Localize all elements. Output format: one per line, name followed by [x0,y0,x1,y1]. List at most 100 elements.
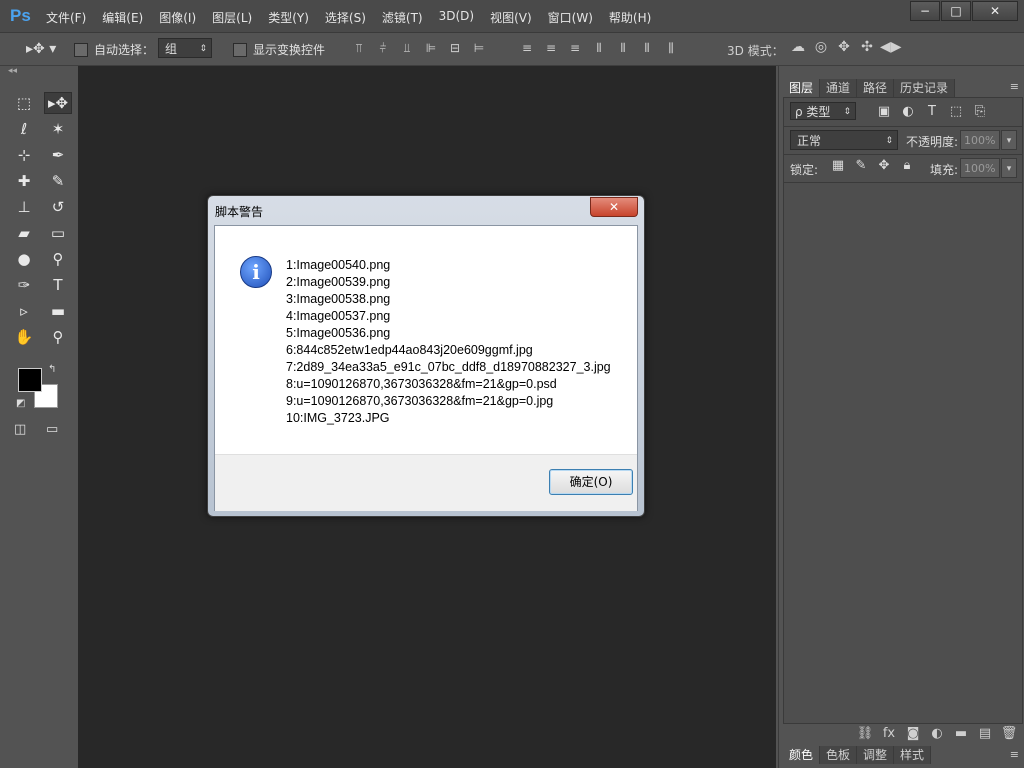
align-hcenter-icon[interactable]: ⊟ [446,41,464,57]
type-filter-icon[interactable]: T [922,104,942,119]
lock-position-icon[interactable]: ✥ [874,158,894,173]
tab-color[interactable]: 颜色 [783,746,821,764]
gradient-tool-icon[interactable]: ▭ [44,222,72,244]
distribute-bottom-icon[interactable]: ≡ [566,41,584,57]
show-transform-checkbox[interactable]: 显示变换控件 [233,41,325,58]
foreground-color-swatch[interactable] [18,368,42,392]
magic-wand-tool-icon[interactable]: ✶ [44,118,72,140]
tab-styles[interactable]: 样式 [894,746,932,764]
menu-select[interactable]: 选择(S) [325,9,366,26]
adjustment-layer-icon[interactable]: ◐ [925,726,949,741]
auto-select-checkbox[interactable]: 自动选择： [74,41,154,58]
layer-kind-filter[interactable]: ρ 类型 ⇕ [790,102,856,120]
zoom-tool-icon[interactable]: ⚲ [44,326,72,348]
menu-edit[interactable]: 编辑(E) [102,9,143,26]
delete-layer-icon[interactable]: 🗑︎ [997,726,1021,741]
panel-menu-icon[interactable]: ≡ [1010,80,1019,93]
clone-stamp-tool-icon[interactable]: ⊥ [10,196,38,218]
pen-tool-icon[interactable]: ✑ [10,274,38,296]
marquee-tool-icon[interactable]: ⬚ [10,92,38,114]
menu-file[interactable]: 文件(F) [46,9,86,26]
layer-style-icon[interactable]: fx [877,726,901,741]
opacity-input[interactable]: 100% [960,130,1000,150]
distribute-top-icon[interactable]: ≡ [518,41,536,57]
move-tool-icon[interactable]: ▸✥ [44,92,72,114]
tab-swatches[interactable]: 色板 [820,746,858,764]
link-layers-icon[interactable]: ⛓ [853,726,877,741]
move-tool-preset-icon[interactable]: ▸✥ ▾ [26,41,56,57]
hand-tool-icon[interactable]: ✋ [10,326,38,348]
pan-3d-icon[interactable]: ✥ [834,39,854,57]
maximize-button[interactable]: □ [941,1,971,21]
toolbox: ◂◂ ⬚ ▸✥ ℓ ✶ ⊹ ✒ ✚ ✎ ⊥ ↺ ▰ ▭ ● ⚲ ✑ T ▹ ▬ … [0,66,78,768]
history-brush-tool-icon[interactable]: ↺ [44,196,72,218]
align-top-icon[interactable]: ⫪ [350,41,368,57]
new-layer-icon[interactable]: ▤ [973,726,997,741]
roll-3d-icon[interactable]: ◎ [811,39,831,57]
swap-colors-icon[interactable]: ↰ [48,364,56,375]
tab-history[interactable]: 历史记录 [894,79,956,97]
align-bottom-icon[interactable]: ⫫ [398,41,416,57]
dialog-close-button[interactable]: ✕ [590,197,638,217]
default-colors-icon[interactable]: ◩ [16,398,25,409]
lock-all-icon[interactable]: 🔒︎ [897,158,917,173]
align-left-icon[interactable]: ⊫ [422,41,440,57]
new-group-icon[interactable]: ▬ [949,726,973,741]
distribute-hcenter-icon[interactable]: ⫴ [614,41,632,57]
fill-dropdown-icon[interactable]: ▾ [1001,158,1017,178]
type-tool-icon[interactable]: T [44,274,72,296]
lock-pixels-icon[interactable]: ✎ [851,158,871,173]
crop-tool-icon[interactable]: ⊹ [10,144,38,166]
collapse-arrows-icon[interactable]: ◂◂ [0,66,78,78]
smart-object-filter-icon[interactable]: ⎘ [970,104,990,119]
menu-filter[interactable]: 滤镜(T) [382,9,423,26]
menu-bar: Ps 文件(F) 编辑(E) 图像(I) 图层(L) 类型(Y) 选择(S) 滤… [0,0,1024,33]
quick-mask-icon[interactable]: ◫ [14,422,26,437]
scale-3d-icon[interactable]: ◀▶ [880,39,902,57]
healing-brush-tool-icon[interactable]: ✚ [10,170,38,192]
tab-layers[interactable]: 图层 [783,79,821,97]
menu-3d[interactable]: 3D(D) [439,9,474,26]
auto-align-icon[interactable]: ⫼ [662,41,680,57]
panel-menu-icon[interactable]: ≡ [1010,748,1019,761]
tab-paths[interactable]: 路径 [857,79,895,97]
auto-select-dropdown[interactable]: 组 ⇕ [158,38,212,58]
path-selection-tool-icon[interactable]: ▹ [10,300,38,322]
opacity-dropdown-icon[interactable]: ▾ [1001,130,1017,150]
shape-filter-icon[interactable]: ⬚ [946,104,966,119]
tab-channels[interactable]: 通道 [820,79,858,97]
lasso-tool-icon[interactable]: ℓ [10,118,38,140]
eraser-tool-icon[interactable]: ▰ [10,222,38,244]
rectangle-tool-icon[interactable]: ▬ [44,300,72,322]
menu-image[interactable]: 图像(I) [159,9,196,26]
checkbox-box[interactable] [233,42,247,57]
layer-mask-icon[interactable]: ◙ [901,726,925,741]
distribute-left-icon[interactable]: ⫴ [590,41,608,57]
close-button[interactable]: ✕ [972,1,1018,21]
menu-window[interactable]: 窗口(W) [548,9,593,26]
blur-tool-icon[interactable]: ● [10,248,38,270]
dodge-tool-icon[interactable]: ⚲ [44,248,72,270]
menu-view[interactable]: 视图(V) [490,9,532,26]
minimize-button[interactable]: − [910,1,940,21]
align-vcenter-icon[interactable]: ⫩ [374,41,392,57]
lock-transparent-icon[interactable]: ▦ [828,158,848,173]
menu-help[interactable]: 帮助(H) [609,9,651,26]
screen-mode-icon[interactable]: ▭ [46,422,58,437]
tab-adjustments[interactable]: 调整 [857,746,895,764]
menu-layer[interactable]: 图层(L) [212,9,252,26]
adjustment-filter-icon[interactable]: ◐ [898,104,918,119]
distribute-vcenter-icon[interactable]: ≡ [542,41,560,57]
fill-input[interactable]: 100% [960,158,1000,178]
distribute-right-icon[interactable]: ⫴ [638,41,656,57]
ok-button[interactable]: 确定(O) [549,469,633,495]
align-right-icon[interactable]: ⊨ [470,41,488,57]
slide-3d-icon[interactable]: ✣ [857,39,877,57]
eyedropper-tool-icon[interactable]: ✒ [44,144,72,166]
pixel-filter-icon[interactable]: ▣ [874,104,894,119]
checkbox-box[interactable] [74,42,88,57]
menu-type[interactable]: 类型(Y) [268,9,309,26]
blend-mode-dropdown[interactable]: 正常 ⇕ [790,130,898,150]
brush-tool-icon[interactable]: ✎ [44,170,72,192]
rotate-3d-icon[interactable]: ☁ [788,39,808,57]
